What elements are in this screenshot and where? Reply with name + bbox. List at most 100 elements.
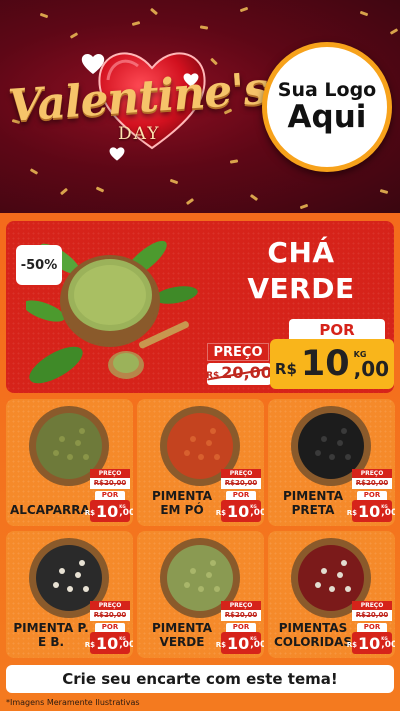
strikethrough-line: [225, 483, 257, 484]
product-price-tag: PREÇO R$20,00 POR R$ 10 KG ,00: [347, 601, 395, 654]
price-integer: 10: [227, 501, 250, 521]
product-name: PIMENTAS COLORIDAS: [273, 621, 353, 649]
price-cents: ,00: [250, 508, 264, 518]
strikethrough-line: [94, 483, 126, 484]
price-currency: R$: [84, 641, 96, 649]
new-price-label: POR: [226, 623, 256, 632]
price-integer: 10: [96, 633, 119, 653]
old-price: R$20,00: [352, 610, 392, 621]
price-cents: ,00: [119, 508, 133, 518]
price-currency: R$: [346, 509, 358, 517]
confetti-piece: [131, 21, 141, 26]
new-price: R$ 10 KG ,00: [216, 632, 264, 654]
strikethrough-line: [225, 615, 257, 616]
old-price-label: PREÇO: [352, 601, 392, 610]
strikethrough-line: [356, 615, 388, 616]
confetti-piece: [39, 12, 49, 19]
confetti-piece: [389, 28, 399, 35]
new-price: R$ 10 KG ,00: [85, 500, 133, 522]
new-price: R$ 10 KG ,00: [216, 500, 264, 522]
price-currency: R$: [346, 641, 358, 649]
create-flyer-button[interactable]: Crie seu encarte com este tema!: [6, 665, 394, 693]
old-price: R$20,00: [221, 478, 261, 489]
product-name: PIMENTA P. E B.: [13, 621, 89, 649]
confetti-piece: [185, 197, 195, 206]
confetti-piece: [229, 159, 239, 164]
product-price-tag: PREÇO R$20,00 POR R$ 10 KG ,00: [85, 601, 133, 654]
logo-placeholder[interactable]: Sua Logo Aqui: [262, 42, 392, 172]
old-price-label: PREÇO: [207, 343, 269, 361]
confetti-piece: [149, 7, 159, 16]
price-currency: R$: [215, 641, 227, 649]
new-price-label: POR: [95, 623, 125, 632]
product-card[interactable]: ALCAPARRAS PREÇO R$20,00 POR R$ 10 KG ,00: [6, 399, 133, 526]
new-price: R$ 10 KG ,00: [347, 632, 395, 654]
old-price: R$20,00: [352, 478, 392, 489]
price-integer: 10: [300, 344, 350, 384]
strikethrough-line: [94, 615, 126, 616]
price-cents: ,00: [119, 640, 133, 650]
price-cents: ,00: [381, 640, 395, 650]
white-heart-icon: [109, 147, 125, 161]
confetti-piece: [249, 193, 259, 202]
confetti-piece: [169, 178, 179, 185]
product-name: PIMENTA EM PÓ: [152, 489, 212, 517]
price-currency: R$: [274, 360, 297, 378]
new-price: R$ 10 KG ,00: [85, 632, 133, 654]
product-price-tag: PREÇO R$20,00 POR R$ 10 KG ,00: [85, 469, 133, 522]
price-integer: 10: [96, 501, 119, 521]
product-name: PIMENTA VERDE: [152, 621, 212, 649]
old-price: R$20,00: [221, 610, 261, 621]
new-price: R$ 10 KG ,00: [347, 500, 395, 522]
white-heart-icon: [81, 54, 105, 74]
new-price: R$ 10 KG ,00: [270, 339, 394, 389]
logo-text-line1: Sua Logo: [277, 78, 377, 101]
old-price-label: PREÇO: [90, 469, 130, 478]
new-price-label: POR: [357, 491, 387, 500]
product-card[interactable]: PIMENTA P. E B. PREÇO R$20,00 POR R$ 10 KG ,00: [6, 531, 133, 658]
featured-offer-card[interactable]: -50% CHÁ VERDE PREÇO R$ 20,00 POR R$ 10 …: [6, 221, 394, 393]
product-card[interactable]: PIMENTAS COLORIDAS PREÇO R$20,00 POR R$ 10 KG,…: [268, 531, 395, 658]
new-price-label: POR: [289, 319, 385, 341]
old-price-label: PREÇO: [221, 469, 261, 478]
price-currency: R$: [84, 509, 96, 517]
old-price: R$20,00: [90, 478, 130, 489]
confetti-piece: [239, 6, 249, 13]
confetti-piece: [29, 168, 39, 175]
valentines-day-subtitle: DAY: [118, 124, 161, 144]
price-cents: ,00: [250, 640, 264, 650]
product-price-tag: PREÇO R$20,00 POR R$ 10 KG ,00: [216, 469, 264, 522]
strikethrough-line: [356, 483, 388, 484]
offers-body: -50% CHÁ VERDE PREÇO R$ 20,00 POR R$ 10 …: [0, 213, 400, 711]
valentines-header: Valentine's DAY Sua Logo Aqui: [0, 0, 400, 213]
discount-badge: -50%: [16, 245, 62, 285]
product-card[interactable]: PIMENTA EM PÓ PREÇO R$20,00 POR R$ 10 KG ,00: [137, 399, 264, 526]
old-price-label: PREÇO: [352, 469, 392, 478]
confetti-piece: [69, 32, 79, 39]
new-price-label: POR: [357, 623, 387, 632]
new-price-label: POR: [95, 491, 125, 500]
new-price-label: POR: [226, 491, 256, 500]
confetti-piece: [379, 189, 389, 194]
images-disclaimer: *Imagens Meramente Ilustrativas: [6, 698, 140, 707]
price-cents: ,00: [381, 508, 395, 518]
flyer-page: Valentine's DAY Sua Logo Aqui -50% CHÁ V…: [0, 0, 400, 711]
product-price-tag: PREÇO R$20,00 POR R$ 10 KG ,00: [347, 469, 395, 522]
price-currency: R$: [215, 509, 227, 517]
price-cents: ,00: [353, 356, 390, 381]
confetti-piece: [95, 186, 105, 193]
confetti-piece: [59, 187, 69, 196]
confetti-piece: [299, 203, 309, 210]
price-integer: 10: [227, 633, 250, 653]
price-integer: 10: [358, 501, 381, 521]
valentines-title: Valentine's: [6, 63, 270, 132]
confetti-piece: [199, 25, 209, 30]
product-price-tag: PREÇO R$20,00 POR R$ 10 KG ,00: [216, 601, 264, 654]
product-card[interactable]: PIMENTA PRETA PREÇO R$20,00 POR R$ 10 KG ,00: [268, 399, 395, 526]
product-card[interactable]: PIMENTA VERDE PREÇO R$20,00 POR R$ 10 KG ,00: [137, 531, 264, 658]
old-price: R$20,00: [90, 610, 130, 621]
product-name: ALCAPARRAS: [10, 503, 99, 517]
confetti-piece: [359, 10, 369, 17]
old-price-label: PREÇO: [221, 601, 261, 610]
logo-text-line2: Aqui: [287, 99, 367, 136]
